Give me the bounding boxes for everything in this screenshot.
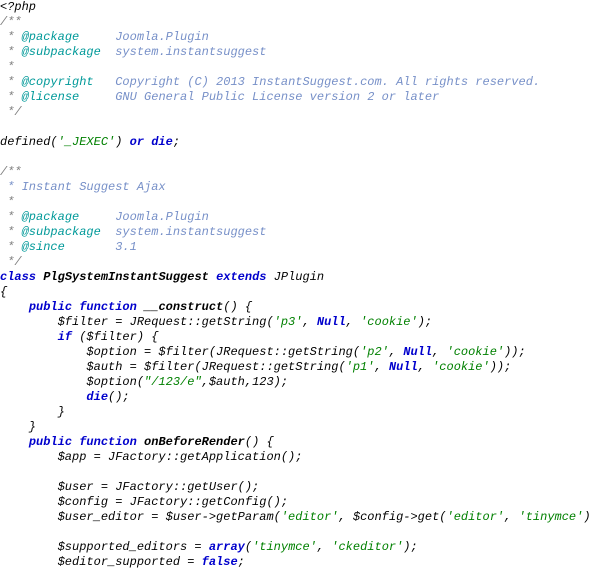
l30e: () { [245, 435, 274, 449]
l22b: 'p3' [274, 315, 303, 329]
l37d: 'tinymce' [252, 540, 317, 554]
l25g: )); [490, 360, 512, 374]
l2: /** [0, 15, 22, 29]
l18: */ [0, 255, 22, 269]
l22e: , [346, 315, 360, 329]
l3b: Joomla.Plugin [115, 30, 209, 44]
l14: * [0, 195, 14, 209]
l35d: 'editor' [447, 510, 505, 524]
l15b: Joomla.Plugin [115, 210, 209, 224]
l35a: $user_editor = $user->getParam( [0, 510, 281, 524]
l19g: JPlugin [274, 270, 324, 284]
l19e: extends [216, 270, 266, 284]
l19c: PlgSystemInstantSuggest [43, 270, 209, 284]
l27b: die [86, 390, 108, 404]
l22d: Null [317, 315, 346, 329]
l21d: __construct [144, 300, 223, 314]
l30b: public function [29, 435, 137, 449]
l25e: , [418, 360, 432, 374]
l30d: onBeforeRender [144, 435, 245, 449]
l4a: @subpackage [22, 45, 116, 59]
code-block: <?php /** * @package Joomla.Plugin * @su… [0, 0, 591, 570]
l3a: @package [22, 30, 116, 44]
l25f: 'cookie' [432, 360, 490, 374]
l10d: or die [130, 135, 173, 149]
l26d: 123 [252, 375, 274, 389]
l22g: ); [418, 315, 432, 329]
l25a: $auth = $filter(JRequest::getString( [0, 360, 346, 374]
l37c: ( [245, 540, 252, 554]
l5: * [0, 60, 14, 74]
l35g: )); [583, 510, 591, 524]
l26e: ); [274, 375, 288, 389]
l24e: , [432, 345, 446, 359]
l37e: , [317, 540, 331, 554]
l30c [137, 435, 144, 449]
l28: } [0, 405, 65, 419]
l22f: 'cookie' [360, 315, 418, 329]
l17b: 3.1 [115, 240, 137, 254]
l13: * Instant Suggest Ajax [0, 180, 166, 194]
l12: /** [0, 165, 22, 179]
l27c: (); [108, 390, 130, 404]
l37a: $supported_editors = [0, 540, 209, 554]
l37f: 'ckeditor' [331, 540, 403, 554]
l16b: system.instantsuggest [115, 225, 266, 239]
l21a [0, 300, 29, 314]
l25d: Null [389, 360, 418, 374]
l21e: () { [223, 300, 252, 314]
l35e: , [504, 510, 518, 524]
l10e: ; [173, 135, 180, 149]
l17a: @since [22, 240, 116, 254]
l21c [137, 300, 144, 314]
l37g: ); [403, 540, 417, 554]
l24f: 'cookie' [447, 345, 505, 359]
l38c: ; [238, 555, 245, 569]
l24g: )); [504, 345, 526, 359]
l26a: $option( [0, 375, 144, 389]
l19f [266, 270, 273, 284]
l30a [0, 435, 29, 449]
l7a: @license [22, 90, 116, 104]
l38b: false [202, 555, 238, 569]
l6b: Copyright (C) 2013 InstantSuggest.com. A… [115, 75, 540, 89]
l25c: , [374, 360, 388, 374]
l23c: ($filter) { [72, 330, 158, 344]
l26b: "/123/e" [144, 375, 202, 389]
l10c: ) [115, 135, 129, 149]
l19a: class [0, 270, 36, 284]
l35f: 'tinymce' [519, 510, 584, 524]
l24a: $option = $filter(JRequest::getString( [0, 345, 360, 359]
l27a [0, 390, 86, 404]
l33: $user = JFactory::getUser(); [0, 480, 259, 494]
l35b: 'editor' [281, 510, 339, 524]
l23a [0, 330, 58, 344]
l22a: $filter = JRequest::getString( [0, 315, 274, 329]
l1: <?php [0, 0, 36, 14]
l8: */ [0, 105, 22, 119]
l34: $config = JFactory::getConfig(); [0, 495, 288, 509]
l10b: '_JEXEC' [58, 135, 116, 149]
l24c: , [389, 345, 403, 359]
l20: { [0, 285, 7, 299]
l26c: ,$auth, [202, 375, 252, 389]
l38a: $editor_supported = [0, 555, 202, 569]
l6a: @copyright [22, 75, 116, 89]
l35c: , $config->get( [338, 510, 446, 524]
l23b: if [58, 330, 72, 344]
l10a: defined( [0, 135, 58, 149]
l15a: @package [22, 210, 116, 224]
l16a: @subpackage [22, 225, 116, 239]
l19d [209, 270, 216, 284]
l31: $app = JFactory::getApplication(); [0, 450, 302, 464]
l21b: public function [29, 300, 137, 314]
l22c: , [302, 315, 316, 329]
l29: } [0, 420, 36, 434]
l25b: 'p1' [346, 360, 375, 374]
l24d: Null [403, 345, 432, 359]
l7b: GNU General Public License version 2 or … [115, 90, 439, 104]
l4b: system.instantsuggest [115, 45, 266, 59]
l37b: array [209, 540, 245, 554]
l24b: 'p2' [360, 345, 389, 359]
